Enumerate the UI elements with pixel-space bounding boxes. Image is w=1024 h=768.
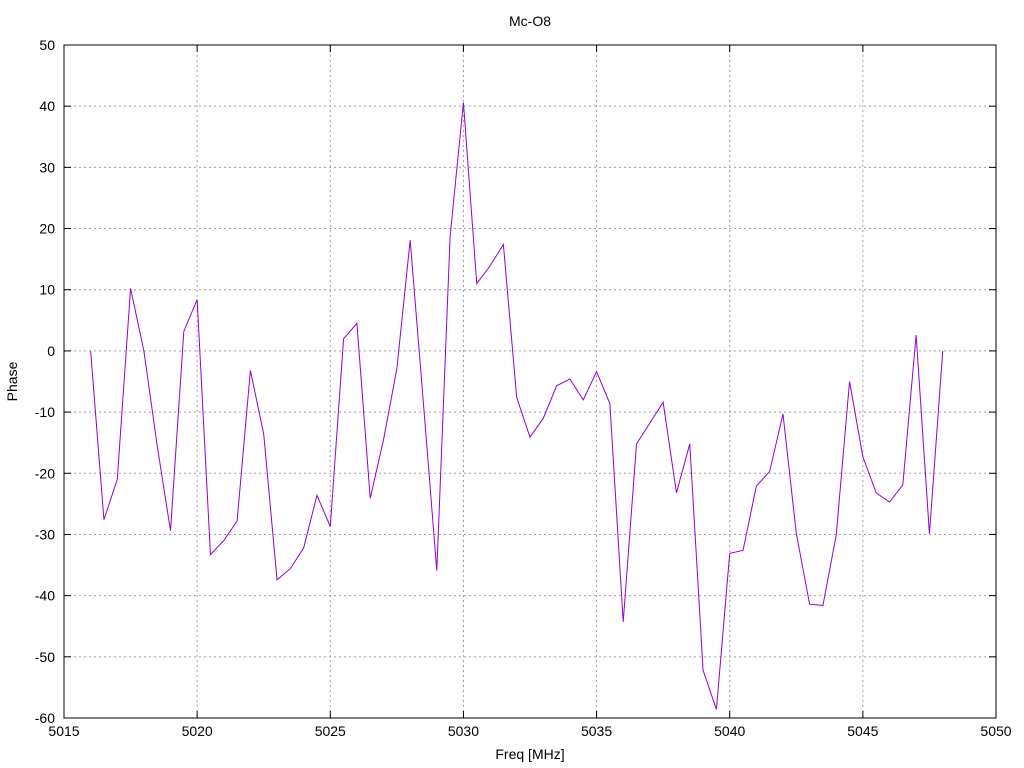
chart-title: Mc-O8 xyxy=(509,13,551,29)
y-axis-label: Phase xyxy=(4,361,20,401)
x-axis-label: Freq [MHz] xyxy=(495,746,564,762)
y-tick-label: 20 xyxy=(39,221,55,237)
y-tick-label: -30 xyxy=(35,526,55,542)
x-tick-label: 5040 xyxy=(714,723,745,739)
chart-canvas: 5015 5020 5025 5030 5035 5040 5045 5050-60-50-4… xyxy=(0,0,1024,768)
y-tick-label: -60 xyxy=(35,710,55,726)
y-tick-label: -10 xyxy=(35,404,55,420)
x-tick-label: 5050 xyxy=(980,723,1011,739)
chart-background xyxy=(0,0,1024,768)
x-tick-label: 5025 xyxy=(315,723,346,739)
x-tick-label: 5035 xyxy=(581,723,612,739)
y-tick-label: 40 xyxy=(39,98,55,114)
y-tick-label: 10 xyxy=(39,282,55,298)
y-tick-label: 30 xyxy=(39,159,55,175)
y-tick-label: -20 xyxy=(35,465,55,481)
y-tick-label: -40 xyxy=(35,588,55,604)
phase-chart: 5015 5020 5025 5030 5035 5040 5045 5050 -60 -50 -4… xyxy=(0,0,1024,768)
y-tick-label: -50 xyxy=(35,649,55,665)
x-tick-label: 5045 xyxy=(847,723,878,739)
x-tick-label: 5020 xyxy=(182,723,213,739)
y-tick-label: 0 xyxy=(47,343,55,359)
x-tick-label: 5030 xyxy=(448,723,479,739)
y-tick-label: 50 xyxy=(39,37,55,53)
